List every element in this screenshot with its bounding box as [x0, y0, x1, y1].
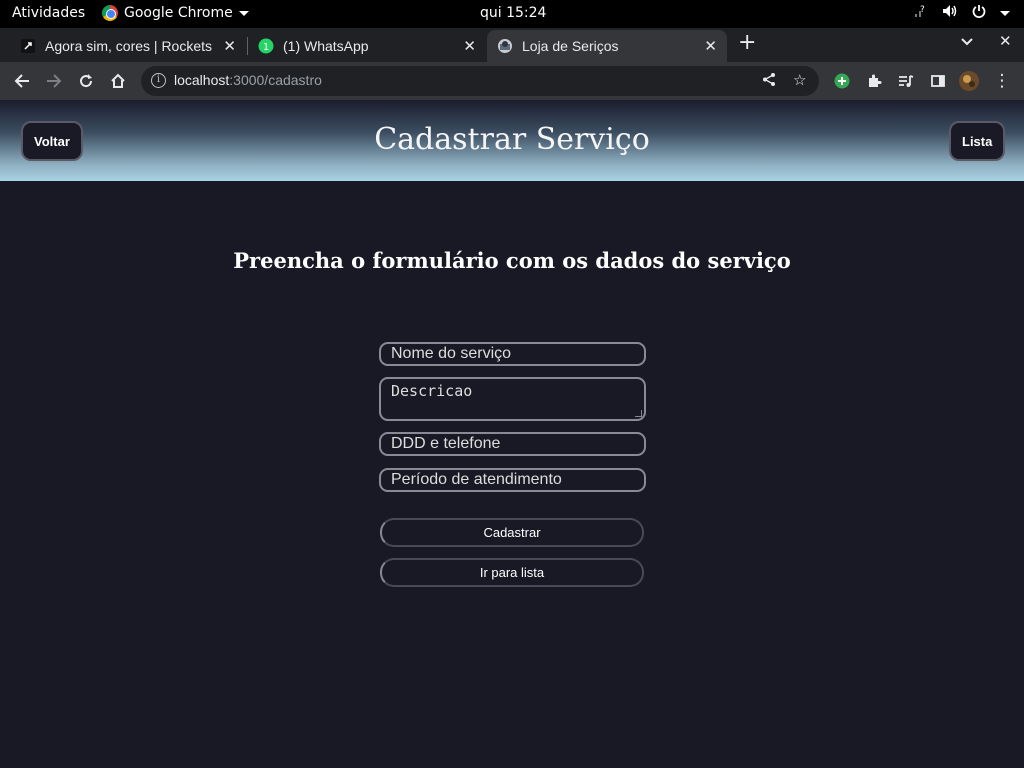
- form-heading: Preencha o formulário com os dados do se…: [233, 248, 791, 273]
- gnome-top-bar: Atividades Google Chrome qui 15:24 ?: [0, 0, 1024, 28]
- url-path: :3000/cadastro: [229, 72, 322, 88]
- svg-text:?: ?: [920, 5, 925, 15]
- service-name-input[interactable]: Nome do serviço: [379, 342, 646, 366]
- tab-rocketseat[interactable]: Agora sim, cores | Rockets ✕: [10, 30, 246, 62]
- tab-title: Agora sim, cores | Rockets: [45, 38, 213, 54]
- close-icon[interactable]: ✕: [223, 37, 236, 55]
- url-text[interactable]: localhost:3000/cadastro: [174, 72, 322, 88]
- close-icon[interactable]: ✕: [704, 37, 717, 55]
- list-button[interactable]: Lista: [949, 121, 1006, 161]
- clock[interactable]: qui 15:24: [480, 5, 546, 21]
- svg-text:1: 1: [263, 42, 269, 53]
- tab-title: Loja de Seriços: [522, 38, 619, 54]
- tab-title: (1) WhatsApp: [283, 38, 369, 54]
- activities-button[interactable]: Atividades: [12, 5, 85, 21]
- power-icon: [972, 4, 986, 22]
- submit-button[interactable]: Cadastrar: [380, 518, 644, 547]
- tab-whatsapp[interactable]: 1 (1) WhatsApp ✕: [248, 30, 486, 62]
- volume-icon: [942, 4, 958, 22]
- side-panel-icon[interactable]: [928, 71, 948, 91]
- page-title: Cadastrar Serviço: [374, 122, 650, 157]
- tab-search-icon[interactable]: [960, 33, 974, 51]
- address-bar[interactable]: i localhost:3000/cadastro ☆: [141, 66, 819, 96]
- chevron-down-icon: [1000, 10, 1010, 16]
- media-control-icon[interactable]: [896, 71, 916, 91]
- reload-icon[interactable]: [76, 71, 96, 91]
- system-tray[interactable]: ?: [914, 4, 1010, 22]
- url-host: localhost: [174, 72, 230, 88]
- rocketseat-icon: [20, 38, 36, 54]
- service-period-input[interactable]: Período de atendimento: [379, 468, 646, 492]
- extension-add-icon[interactable]: [832, 71, 852, 91]
- network-icon: ?: [914, 4, 928, 22]
- app-menu-label: Google Chrome: [124, 5, 233, 21]
- tab-loja-servicos[interactable]: Loja de Seriços ✕: [487, 30, 727, 62]
- info-icon[interactable]: i: [151, 73, 166, 88]
- share-icon[interactable]: [762, 72, 777, 91]
- browser-toolbar: i localhost:3000/cadastro ☆ ⋮: [0, 62, 1024, 100]
- resize-handle-icon[interactable]: [635, 410, 642, 417]
- window-close-icon[interactable]: ✕: [999, 32, 1012, 50]
- tab-strip: Agora sim, cores | Rockets ✕ 1 (1) Whats…: [0, 28, 1024, 62]
- description-placeholder: Descricao: [391, 382, 473, 400]
- new-tab-icon[interactable]: +: [738, 28, 756, 58]
- app-menu[interactable]: Google Chrome: [102, 5, 249, 21]
- back-arrow-icon[interactable]: [12, 71, 32, 91]
- page-header: Voltar Cadastrar Serviço Lista: [0, 100, 1024, 181]
- chevron-down-icon: [238, 10, 249, 16]
- star-icon[interactable]: ☆: [793, 71, 806, 89]
- go-to-list-button[interactable]: Ir para lista: [380, 558, 644, 587]
- close-icon[interactable]: ✕: [463, 37, 476, 55]
- page-content: Voltar Cadastrar Serviço Lista Preencha …: [0, 100, 1024, 768]
- home-icon[interactable]: [108, 71, 128, 91]
- extensions-puzzle-icon[interactable]: [864, 71, 884, 91]
- more-menu-icon[interactable]: ⋮: [992, 71, 1012, 91]
- description-textarea[interactable]: Descricao: [379, 377, 646, 421]
- whatsapp-icon: 1: [258, 38, 274, 54]
- site-favicon: [497, 38, 513, 54]
- phone-input[interactable]: DDD e telefone: [379, 432, 646, 456]
- chrome-icon: [102, 5, 118, 21]
- profile-avatar-icon[interactable]: [959, 71, 979, 91]
- forward-arrow-icon[interactable]: [44, 71, 64, 91]
